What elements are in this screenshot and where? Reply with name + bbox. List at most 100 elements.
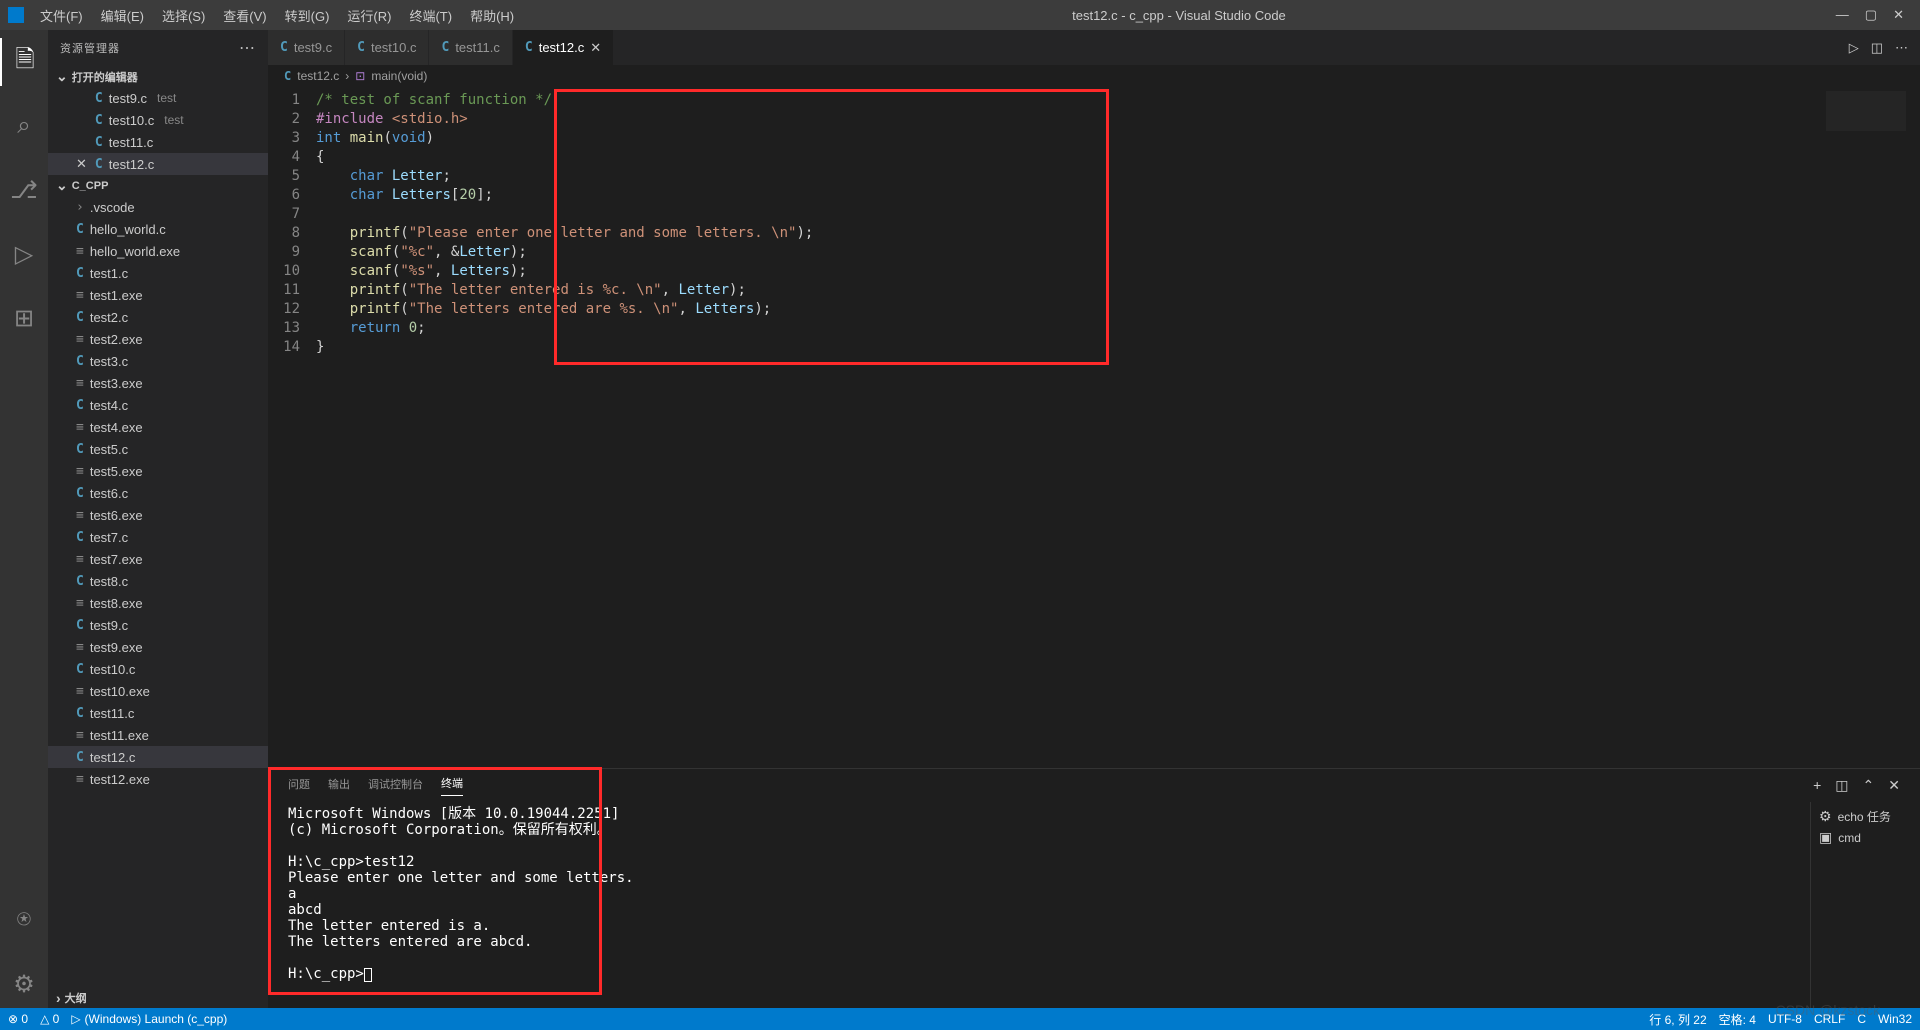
status-language[interactable]: C (1857, 1012, 1866, 1026)
code-content[interactable]: /* test of scanf function */ #include <s… (316, 87, 813, 768)
file-item[interactable]: Ctest9.c (48, 614, 268, 636)
menu-item[interactable]: 终端(T) (401, 4, 460, 27)
file-item[interactable]: Ctest5.c (48, 438, 268, 460)
project-section[interactable]: ⌄ C_CPP (48, 175, 268, 196)
terminal-instance[interactable]: ▣cmd (1819, 827, 1912, 848)
status-cursor-pos[interactable]: 行 6, 列 22 (1649, 1011, 1706, 1028)
file-item[interactable]: ≡test6.exe (48, 504, 268, 526)
panel-tab[interactable]: 终端 (441, 775, 463, 796)
sidebar-more-icon[interactable]: ⋯ (239, 38, 256, 58)
status-launch[interactable]: ▷ (Windows) Launch (c_cpp) (71, 1012, 227, 1026)
file-item[interactable]: ≡test7.exe (48, 548, 268, 570)
file-item[interactable]: ≡test4.exe (48, 416, 268, 438)
status-warnings[interactable]: △ 0 (40, 1012, 59, 1026)
open-editor-item[interactable]: ✕Ctest10.ctest (48, 109, 268, 131)
panel-tab[interactable]: 调试控制台 (368, 776, 423, 796)
file-item[interactable]: Ctest7.c (48, 526, 268, 548)
explorer-icon[interactable]: 🗎 (0, 38, 48, 86)
code-editor[interactable]: 1 2 3 4 5 6 7 8 9 10 11 12 13 14 /* test… (268, 87, 1920, 768)
file-item[interactable]: ≡hello_world.exe (48, 240, 268, 262)
line-number-gutter: 1 2 3 4 5 6 7 8 9 10 11 12 13 14 (276, 87, 316, 768)
close-button[interactable]: ✕ (1893, 7, 1904, 23)
close-icon[interactable]: ✕ (76, 156, 87, 172)
file-item[interactable]: ≡test5.exe (48, 460, 268, 482)
menu-item[interactable]: 运行(R) (339, 4, 399, 27)
editor-tab[interactable]: Ctest9.c (268, 30, 345, 65)
file-item[interactable]: Ctest12.c (48, 746, 268, 768)
menu-item[interactable]: 编辑(E) (93, 4, 152, 27)
c-file-icon: C (76, 266, 84, 281)
file-item[interactable]: ≡test10.exe (48, 680, 268, 702)
file-item[interactable]: Chello_world.c (48, 218, 268, 240)
c-file-icon: C (280, 40, 288, 55)
menu-item[interactable]: 查看(V) (215, 4, 274, 27)
open-editor-item[interactable]: ✕Ctest9.ctest (48, 87, 268, 109)
file-item[interactable]: Ctest10.c (48, 658, 268, 680)
file-item[interactable]: Ctest3.c (48, 350, 268, 372)
maximize-button[interactable]: ▢ (1865, 7, 1877, 23)
minimap[interactable] (1826, 91, 1906, 131)
minimize-button[interactable]: — (1836, 7, 1849, 23)
status-os[interactable]: Win32 (1878, 1012, 1912, 1026)
file-item[interactable]: ≡test3.exe (48, 372, 268, 394)
terminal-instance[interactable]: ⚙echo 任务 (1819, 806, 1912, 827)
file-item[interactable]: ≡test12.exe (48, 768, 268, 790)
window-title: test12.c - c_cpp - Visual Studio Code (522, 8, 1836, 23)
c-file-icon: C (76, 310, 84, 325)
file-item[interactable]: ≡test2.exe (48, 328, 268, 350)
maximize-panel-icon[interactable]: ⌃ (1863, 777, 1875, 794)
file-item[interactable]: Ctest1.c (48, 262, 268, 284)
status-errors[interactable]: ⊗ 0 (8, 1012, 28, 1026)
c-file-icon: C (76, 750, 84, 765)
editor-tab[interactable]: Ctest12.c✕ (513, 30, 614, 65)
file-item[interactable]: Ctest6.c (48, 482, 268, 504)
new-terminal-icon[interactable]: + (1813, 777, 1821, 794)
status-indent[interactable]: 空格: 4 (1719, 1011, 1756, 1028)
terminal-output[interactable]: Microsoft Windows [版本 10.0.19044.2251] (… (268, 802, 1810, 1008)
file-item[interactable]: ›.vscode (48, 196, 268, 218)
split-editor-icon[interactable]: ◫ (1871, 40, 1883, 56)
menu-item[interactable]: 转到(G) (277, 4, 338, 27)
outline-section[interactable]: › 大纲 (48, 988, 268, 1008)
file-item[interactable]: ≡test8.exe (48, 592, 268, 614)
status-encoding[interactable]: UTF-8 (1768, 1012, 1802, 1026)
more-icon[interactable]: ⋯ (1895, 40, 1908, 56)
menu-item[interactable]: 选择(S) (154, 4, 213, 27)
open-editor-item[interactable]: ✕Ctest12.c (48, 153, 268, 175)
status-eol[interactable]: CRLF (1814, 1012, 1845, 1026)
menu-item[interactable]: 帮助(H) (462, 4, 522, 27)
explorer-title: 资源管理器 (60, 40, 120, 56)
account-icon[interactable]: ⍟ (0, 896, 48, 944)
function-icon: ⊡ (355, 69, 365, 83)
file-item[interactable]: ≡test1.exe (48, 284, 268, 306)
search-icon[interactable]: ⌕ (0, 102, 48, 150)
menu-item[interactable]: 文件(F) (32, 4, 91, 27)
file-item[interactable]: Ctest4.c (48, 394, 268, 416)
file-item[interactable]: ≡test9.exe (48, 636, 268, 658)
breadcrumb[interactable]: C test12.c › ⊡ main(void) (268, 65, 1920, 87)
file-item[interactable]: Ctest8.c (48, 570, 268, 592)
split-terminal-icon[interactable]: ◫ (1835, 777, 1848, 794)
sidebar: 资源管理器 ⋯ ⌄ 打开的编辑器 ✕Ctest9.ctest✕Ctest10.c… (48, 30, 268, 1008)
file-item[interactable]: ≡test11.exe (48, 724, 268, 746)
panel-tab[interactable]: 问题 (288, 776, 310, 796)
exe-file-icon: ≡ (76, 420, 84, 435)
open-editor-item[interactable]: ✕Ctest11.c (48, 131, 268, 153)
file-item[interactable]: Ctest2.c (48, 306, 268, 328)
settings-gear-icon[interactable]: ⚙ (0, 960, 48, 1008)
exe-file-icon: ≡ (76, 552, 84, 567)
source-control-icon[interactable]: ⎇ (0, 166, 48, 214)
panel-tab[interactable]: 输出 (328, 776, 350, 796)
run-icon[interactable]: ▷ (1849, 40, 1859, 56)
exe-file-icon: ≡ (76, 772, 84, 787)
exe-file-icon: ≡ (76, 376, 84, 391)
close-panel-icon[interactable]: ✕ (1888, 777, 1900, 794)
close-tab-icon[interactable]: ✕ (590, 40, 601, 56)
extensions-icon[interactable]: ⊞ (0, 294, 48, 342)
run-debug-icon[interactable]: ▷ (0, 230, 48, 278)
exe-file-icon: ≡ (76, 508, 84, 523)
editor-tab[interactable]: Ctest10.c (345, 30, 429, 65)
editor-tab[interactable]: Ctest11.c (429, 30, 512, 65)
open-editors-section[interactable]: ⌄ 打开的编辑器 (48, 66, 268, 87)
file-item[interactable]: Ctest11.c (48, 702, 268, 724)
